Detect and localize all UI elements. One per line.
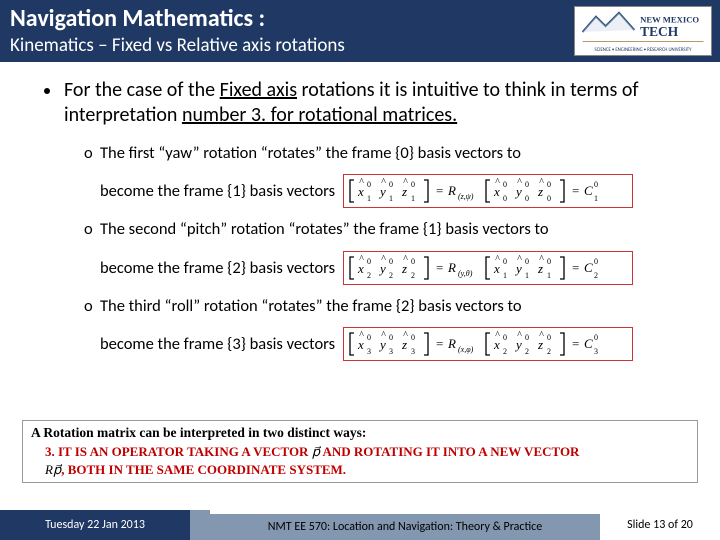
sub-cont-text: become the frame {2} basis vectors — [100, 258, 335, 278]
svg-text:0: 0 — [594, 257, 598, 266]
svg-text:R: R — [447, 183, 456, 198]
svg-text:0: 0 — [503, 257, 507, 266]
slide-body: For the case of the Fixed axis rotations… — [0, 78, 720, 371]
svg-text:(y,θ): (y,θ) — [458, 269, 473, 278]
svg-text:0: 0 — [503, 194, 507, 203]
svg-text:0: 0 — [411, 180, 415, 189]
svg-text:3: 3 — [411, 347, 415, 356]
sub-cont-text: become the frame {3} basis vectors — [100, 334, 335, 354]
svg-text:0: 0 — [389, 257, 393, 266]
svg-text:=: = — [572, 183, 579, 198]
svg-text:3: 3 — [594, 347, 598, 356]
svg-text:0: 0 — [503, 180, 507, 189]
svg-text:1: 1 — [389, 194, 393, 203]
svg-text:1: 1 — [594, 194, 598, 203]
slide-subtitle: Kinematics – Fixed vs Relative axis rota… — [10, 34, 345, 57]
svg-text:2: 2 — [525, 347, 529, 356]
svg-text:^: ^ — [403, 254, 408, 265]
svg-text:2: 2 — [547, 347, 551, 356]
sub-lead-text: The second “pitch” rotation “rotates” th… — [100, 218, 549, 240]
svg-text:SCIENCE • ENGINEERING • RESEAR: SCIENCE • ENGINEERING • RESEARCH UNIVERS… — [595, 47, 693, 53]
equation-box: x^01y^01z^01=R(z,ψ)x^00y^00z^00=C01 — [343, 174, 633, 208]
svg-text:R: R — [447, 336, 456, 351]
svg-text:0: 0 — [411, 333, 415, 342]
interpretation-box: A Rotation matrix can be interpreted in … — [22, 420, 698, 483]
svg-text:0: 0 — [525, 194, 529, 203]
svg-text:0: 0 — [547, 194, 551, 203]
svg-text:^: ^ — [403, 177, 408, 188]
svg-text:0: 0 — [411, 257, 415, 266]
svg-text:0: 0 — [547, 180, 551, 189]
footer-date: Tuesday 22 Jan 2013 — [0, 510, 190, 540]
svg-text:2: 2 — [503, 347, 507, 356]
footer-course: NMT EE 570: Location and Navigation: The… — [210, 514, 600, 540]
svg-text:2: 2 — [367, 271, 371, 280]
svg-text:^: ^ — [539, 330, 544, 341]
svg-text:0: 0 — [367, 257, 371, 266]
svg-text:1: 1 — [503, 271, 507, 280]
university-logo: NEW MEXICO TECH SCIENCE • ENGINEERING • … — [574, 6, 712, 56]
svg-text:0: 0 — [547, 257, 551, 266]
svg-text:1: 1 — [367, 194, 371, 203]
footer-accent — [190, 510, 210, 540]
svg-text:2: 2 — [389, 271, 393, 280]
slide-footer: Tuesday 22 Jan 2013 NMT EE 570: Location… — [0, 510, 720, 540]
svg-text:0: 0 — [367, 180, 371, 189]
interpretation-body: 3. IT IS AN OPERATOR TAKING A VECTOR p⃗ … — [23, 443, 697, 482]
sub-lead-text: The third “roll” rotation “rotates” the … — [100, 295, 522, 317]
main-bullet: For the case of the Fixed axis rotations… — [0, 78, 720, 128]
svg-text:0: 0 — [367, 333, 371, 342]
svg-text:=: = — [436, 183, 443, 198]
svg-text:=: = — [572, 336, 579, 351]
svg-text:0: 0 — [525, 333, 529, 342]
equation-box: x^03y^03z^03=R(x,φ)x^02y^02z^02=C03 — [343, 327, 633, 361]
svg-text:0: 0 — [503, 333, 507, 342]
sub-lead-text: The first “yaw” rotation “rotates” the f… — [100, 142, 521, 164]
svg-text:TECH: TECH — [640, 24, 679, 39]
svg-text:0: 0 — [547, 333, 551, 342]
svg-text:^: ^ — [539, 177, 544, 188]
svg-text:=: = — [572, 260, 579, 275]
sub-bullet-list: oThe first “yaw” rotation “rotates” the … — [0, 142, 720, 361]
svg-text:=: = — [436, 260, 443, 275]
svg-text:1: 1 — [547, 271, 551, 280]
main-bullet-text: For the case of the Fixed axis rotations… — [64, 78, 690, 128]
interpretation-heading: A Rotation matrix can be interpreted in … — [23, 421, 697, 443]
svg-text:0: 0 — [594, 180, 598, 189]
slide-title: Navigation Mathematics : — [10, 4, 265, 33]
svg-text:0: 0 — [525, 180, 529, 189]
svg-text:(z,ψ): (z,ψ) — [458, 192, 474, 201]
svg-text:0: 0 — [525, 257, 529, 266]
svg-text:=: = — [436, 336, 443, 351]
sub-bullet-item: oThe first “yaw” rotation “rotates” the … — [0, 142, 720, 208]
svg-text:3: 3 — [389, 347, 393, 356]
svg-text:0: 0 — [594, 333, 598, 342]
svg-text:C: C — [584, 183, 593, 198]
svg-text:(x,φ): (x,φ) — [458, 345, 474, 354]
sub-cont-text: become the frame {1} basis vectors — [100, 181, 335, 201]
footer-page: Slide 13 of 20 — [600, 510, 720, 540]
svg-text:C: C — [584, 336, 593, 351]
slide-header: Navigation Mathematics : Kinematics – Fi… — [0, 0, 720, 62]
svg-text:1: 1 — [525, 271, 529, 280]
equation-box: x^02y^02z^02=R(y,θ)x^01y^01z^01=C02 — [343, 251, 633, 285]
svg-text:R: R — [447, 260, 456, 275]
svg-text:2: 2 — [594, 271, 598, 280]
svg-text:0: 0 — [389, 333, 393, 342]
svg-text:^: ^ — [539, 254, 544, 265]
svg-text:1: 1 — [411, 194, 415, 203]
sub-bullet-item: oThe third “roll” rotation “rotates” the… — [0, 295, 720, 361]
svg-text:2: 2 — [411, 271, 415, 280]
bullet-dot-icon — [44, 88, 50, 94]
svg-text:^: ^ — [403, 330, 408, 341]
sub-bullet-item: oThe second “pitch” rotation “rotates” t… — [0, 218, 720, 284]
svg-text:0: 0 — [389, 180, 393, 189]
svg-text:3: 3 — [367, 347, 371, 356]
svg-text:C: C — [584, 260, 593, 275]
